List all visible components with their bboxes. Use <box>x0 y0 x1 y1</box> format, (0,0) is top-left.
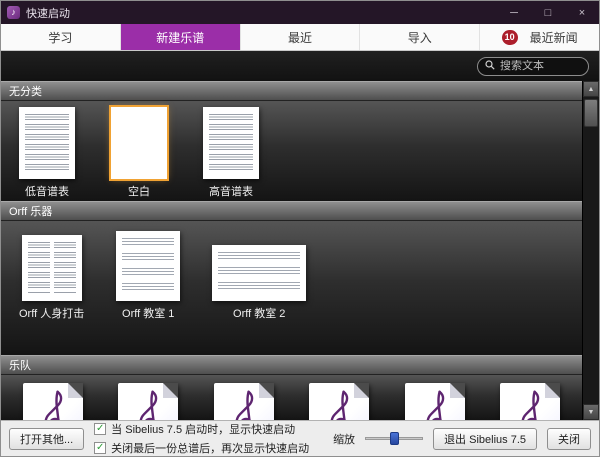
band-template-score-icon[interactable] <box>118 383 178 420</box>
section-title: Orff 乐器 <box>9 203 52 219</box>
staff-lines <box>122 238 174 294</box>
show-on-startup-checkbox[interactable]: ✓ <box>94 423 106 435</box>
thumb-wrap <box>203 107 259 179</box>
window-title: 快速启动 <box>26 5 70 21</box>
section-body-band <box>1 375 582 420</box>
thumb-wrap <box>111 107 167 179</box>
template-label: 高音谱表 <box>209 183 253 199</box>
scrollbar-thumb[interactable] <box>584 99 598 127</box>
section-title: 无分类 <box>9 83 42 99</box>
orff-classroom2-thumbnail[interactable] <box>212 245 306 301</box>
treble-clef-icon <box>420 389 450 420</box>
section-header-band: 乐队 <box>1 355 582 375</box>
tab-label: 学习 <box>48 29 72 46</box>
maximize-button[interactable]: □ <box>531 1 565 24</box>
search-box[interactable] <box>477 57 589 76</box>
open-other-button[interactable]: 打开其他... <box>9 428 84 450</box>
staff-lines <box>218 252 300 294</box>
close-button[interactable]: × <box>565 1 599 24</box>
staff-lines <box>209 114 253 172</box>
tab-label: 导入 <box>408 29 432 46</box>
band-template-score-icon[interactable] <box>23 383 83 420</box>
show-after-close-label: 关闭最后一份总谱后，再次显示快速启动 <box>111 440 309 456</box>
template-label: Orff 教室 2 <box>233 305 285 321</box>
band-template-score-icon[interactable] <box>214 383 274 420</box>
template-label: Orff 人身打击 <box>19 305 84 321</box>
section-body-orff: Orff 人身打击 Orff 教室 1 Orff 教室 2 <box>1 221 582 355</box>
bass-staff-thumbnail[interactable] <box>19 107 75 179</box>
band-template-score-icon[interactable] <box>500 383 560 420</box>
orff-percussion-thumbnail[interactable] <box>22 235 82 301</box>
close-dialog-button[interactable]: 关闭 <box>547 428 591 450</box>
scroll-down-button[interactable]: ▼ <box>583 404 599 420</box>
template-label: Orff 教室 1 <box>122 305 174 321</box>
template-orff-body-percussion[interactable]: Orff 人身打击 <box>19 229 84 321</box>
quick-start-window: ♪ 快速启动 ─ □ × 学习 新建乐谱 最近 导入 10 最近新闻 <box>0 0 600 457</box>
treble-clef-icon <box>515 389 545 420</box>
show-after-close-checkbox[interactable]: ✓ <box>94 442 106 454</box>
thumb-wrap <box>22 229 82 301</box>
treble-clef-icon <box>229 389 259 420</box>
section-header-orff: Orff 乐器 <box>1 201 582 221</box>
scroll-up-button[interactable]: ▲ <box>583 81 599 97</box>
tab-new-score[interactable]: 新建乐谱 <box>121 24 241 50</box>
template-orff-classroom-1[interactable]: Orff 教室 1 <box>116 229 180 321</box>
search-icon <box>485 57 495 75</box>
orff-classroom1-thumbnail[interactable] <box>116 231 180 301</box>
show-on-startup-row: ✓ 当 Sibelius 7.5 启动时，显示快速启动 <box>94 421 309 437</box>
show-after-close-row: ✓ 关闭最后一份总谱后，再次显示快速启动 <box>94 440 309 456</box>
tab-latest-news[interactable]: 10 最近新闻 <box>480 24 599 50</box>
template-orff-classroom-2[interactable]: Orff 教室 2 <box>212 229 306 321</box>
treble-clef-icon <box>324 389 354 420</box>
template-browser: 无分类 低音谱表 空白 <box>1 81 599 420</box>
app-icon: ♪ <box>7 6 20 19</box>
search-row <box>1 51 599 81</box>
template-sections: 无分类 低音谱表 空白 <box>1 81 582 420</box>
band-template-score-icon[interactable] <box>405 383 465 420</box>
template-blank[interactable]: 空白 <box>111 107 167 199</box>
treble-clef-icon <box>38 389 68 420</box>
show-on-startup-label: 当 Sibelius 7.5 启动时，显示快速启动 <box>111 421 295 437</box>
thumb-wrap <box>116 229 180 301</box>
tab-label: 最近 <box>288 29 312 46</box>
template-bass-staff[interactable]: 低音谱表 <box>19 107 75 199</box>
blank-thumbnail-selected[interactable] <box>111 107 167 179</box>
thumb-wrap <box>19 107 75 179</box>
zoom-slider-thumb[interactable] <box>390 432 399 445</box>
tab-label: 最近新闻 <box>530 29 578 46</box>
tab-label: 新建乐谱 <box>156 29 204 46</box>
zoom-label: 缩放 <box>333 431 355 447</box>
startup-options: ✓ 当 Sibelius 7.5 启动时，显示快速启动 ✓ 关闭最后一份总谱后，… <box>94 421 309 456</box>
template-treble-staff[interactable]: 高音谱表 <box>203 107 259 199</box>
section-header-uncategorized: 无分类 <box>1 81 582 101</box>
tab-recent[interactable]: 最近 <box>241 24 361 50</box>
treble-staff-thumbnail[interactable] <box>203 107 259 179</box>
tabbar: 学习 新建乐谱 最近 导入 10 最近新闻 <box>1 24 599 51</box>
template-label: 空白 <box>128 183 150 199</box>
vertical-scrollbar[interactable]: ▲ ▼ <box>582 81 599 420</box>
tab-import[interactable]: 导入 <box>360 24 480 50</box>
footer-bar: 打开其他... ✓ 当 Sibelius 7.5 启动时，显示快速启动 ✓ 关闭… <box>1 420 599 456</box>
tab-learn[interactable]: 学习 <box>1 24 121 50</box>
section-title: 乐队 <box>9 357 31 373</box>
thumb-wrap <box>212 229 306 301</box>
treble-clef-icon <box>133 389 163 420</box>
window-controls: ─ □ × <box>497 1 599 24</box>
staff-lines <box>25 114 69 172</box>
zoom-slider[interactable] <box>365 431 423 446</box>
section-body-uncategorized: 低音谱表 空白 高音谱表 <box>1 101 582 201</box>
news-count-badge: 10 <box>502 30 518 45</box>
titlebar: ♪ 快速启动 ─ □ × <box>1 1 599 24</box>
staff-grid <box>28 242 76 294</box>
scrollbar-track[interactable] <box>583 129 599 404</box>
exit-sibelius-button[interactable]: 退出 Sibelius 7.5 <box>433 428 537 450</box>
template-label: 低音谱表 <box>25 183 69 199</box>
minimize-button[interactable]: ─ <box>497 1 531 24</box>
band-template-score-icon[interactable] <box>309 383 369 420</box>
search-input[interactable] <box>500 60 581 72</box>
